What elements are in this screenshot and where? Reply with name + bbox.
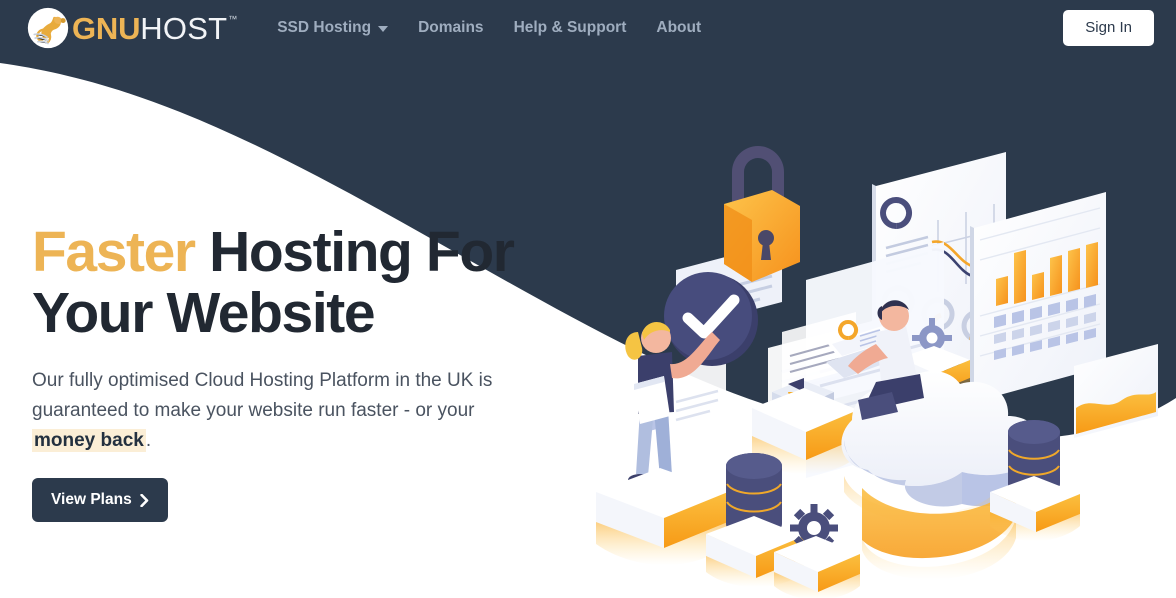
nav-item-ssd-hosting[interactable]: SSD Hosting <box>277 19 389 37</box>
gear-icon-upper <box>900 318 970 400</box>
database-cylinder <box>706 453 804 587</box>
brand-name-primary: GNU <box>72 10 141 46</box>
pedestal-woman <box>596 468 728 565</box>
nav-item-about-label: About <box>656 19 702 36</box>
padlock-icon <box>724 146 800 282</box>
checkmark-badge-icon <box>664 272 758 366</box>
page-title: Faster Hosting For Your Website <box>32 222 592 344</box>
line-chart-panel <box>872 152 1007 386</box>
view-plans-button[interactable]: View Plans <box>32 478 168 523</box>
bar-chart-panel <box>970 192 1106 402</box>
woman-standing-figure <box>625 321 720 488</box>
view-plans-button-label: View Plans <box>51 491 132 509</box>
trademark-symbol: ™ <box>228 13 238 24</box>
nav-item-ssd-hosting-label: SSD Hosting <box>277 19 372 36</box>
pie-chart-panel <box>752 378 858 474</box>
document-panels <box>636 242 944 478</box>
hero-subtitle: Our fully optimised Cloud Hosting Platfo… <box>32 366 532 456</box>
brand-name-secondary: HOST <box>140 10 228 46</box>
page-title-line2: Your Website <box>32 280 376 345</box>
hero-subtitle-part3: . <box>145 430 152 451</box>
hero-subtitle-highlight: money back <box>32 429 146 452</box>
isometric-cloud-hosting-illustration <box>596 146 1158 598</box>
nav-item-domains[interactable]: Domains <box>418 19 483 37</box>
nav-item-help-support-label: Help & Support <box>513 19 627 36</box>
gear-icon <box>774 504 860 598</box>
nav-item-domains-label: Domains <box>418 19 484 36</box>
primary-navigation: SSD Hosting Domains Help & Support About <box>277 0 701 56</box>
page-title-accent: Faster <box>32 220 196 284</box>
hero-section: Faster Hosting For Your Website Our full… <box>32 222 592 523</box>
man-with-laptop-figure <box>826 300 924 420</box>
chevron-down-icon <box>378 26 389 32</box>
nav-item-help-support[interactable]: Help & Support <box>514 19 627 37</box>
sign-in-button[interactable]: Sign In <box>1063 10 1154 46</box>
page-title-rest: Hosting For <box>194 220 515 284</box>
cloud-platform <box>841 371 1042 580</box>
gnu-wildebeest-logo-icon <box>27 7 69 49</box>
navbar: GNU HOST ™ SSD Hosting Domains Help & Su… <box>0 0 1176 56</box>
database-cylinder-right <box>990 420 1080 541</box>
chevron-right-icon <box>140 493 149 507</box>
area-chart-panel <box>1074 344 1158 438</box>
nav-item-about[interactable]: About <box>656 19 701 37</box>
brand-logo[interactable]: GNU HOST ™ <box>26 0 237 56</box>
page-root: GNU HOST ™ SSD Hosting Domains Help & Su… <box>0 0 1176 598</box>
hero-subtitle-part1: Our fully optimised Cloud Hosting Platfo… <box>32 369 493 421</box>
